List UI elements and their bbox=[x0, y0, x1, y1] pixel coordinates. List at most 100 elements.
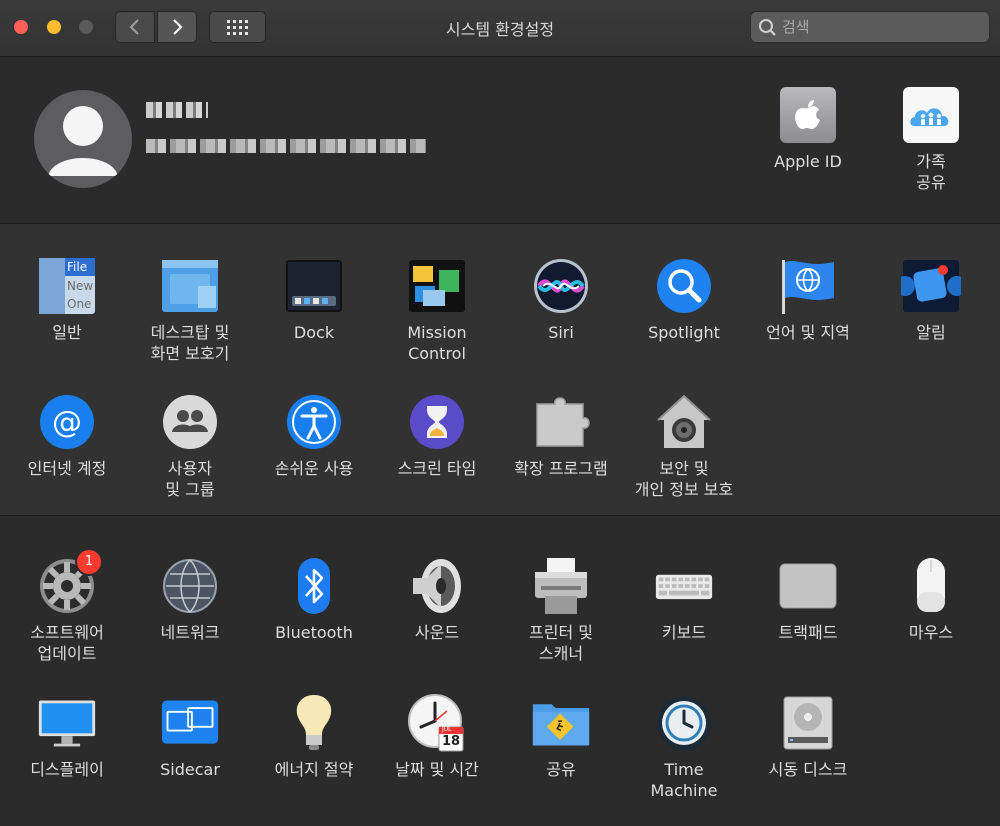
pane-label: Sidecar bbox=[160, 760, 220, 779]
users-icon bbox=[160, 392, 220, 452]
desktop-screensaver-icon bbox=[160, 256, 220, 316]
pane-startup-disk[interactable]: 시동 디스크 bbox=[752, 693, 864, 780]
family-cloud-icon bbox=[901, 85, 961, 145]
pane-label: 에너지 절약 bbox=[274, 760, 354, 779]
pane-sharing[interactable]: 공유 bbox=[505, 693, 617, 780]
pane-label: 키보드 bbox=[661, 623, 707, 642]
user-avatar[interactable] bbox=[34, 90, 132, 188]
general-icon: File New One bbox=[37, 256, 97, 316]
pane-keyboard[interactable]: 키보드 bbox=[628, 556, 740, 643]
trackpad-icon bbox=[778, 556, 838, 616]
pane-mission-control[interactable]: Mission Control bbox=[381, 256, 493, 364]
display-monitor-icon bbox=[37, 693, 97, 753]
pane-security-privacy[interactable]: 보안 및 개인 정보 보호 bbox=[628, 392, 740, 500]
pane-general[interactable]: File New One 일반 bbox=[11, 256, 123, 343]
pane-date-time[interactable]: JUL 18 날짜 및 시간 bbox=[381, 693, 493, 780]
title-bar: 시스템 환경설정 bbox=[0, 0, 1000, 57]
pane-label: Dock bbox=[293, 323, 335, 342]
lightbulb-icon bbox=[284, 693, 344, 753]
clock-calendar-icon: JUL 18 bbox=[407, 693, 467, 753]
pane-software-update[interactable]: 1 소프트웨어 업데이트 bbox=[11, 548, 123, 664]
pane-language-region[interactable]: 언어 및 지역 bbox=[752, 256, 864, 343]
puzzle-piece-icon bbox=[531, 392, 591, 452]
pane-label: 공유 bbox=[546, 760, 576, 779]
pane-family-sharing[interactable]: 가족 공유 bbox=[875, 85, 987, 193]
pane-label: 데스크탑 및 화면 보호기 bbox=[150, 323, 230, 363]
bluetooth-icon bbox=[284, 556, 344, 616]
pane-label: 스크린 타임 bbox=[397, 459, 477, 478]
mission-control-icon bbox=[407, 256, 467, 316]
svg-text:@: @ bbox=[52, 405, 82, 440]
pane-label: 언어 및 지역 bbox=[766, 323, 850, 342]
calendar-day: 18 bbox=[442, 734, 461, 749]
hard-drive-icon bbox=[778, 693, 838, 753]
pane-bluetooth[interactable]: Bluetooth bbox=[258, 556, 370, 643]
pane-label: Mission Control bbox=[407, 323, 467, 363]
notifications-icon bbox=[901, 256, 961, 316]
pane-energy-saver[interactable]: 에너지 절약 bbox=[258, 693, 370, 780]
svg-text:New: New bbox=[67, 279, 93, 293]
pane-label: 손쉬운 사용 bbox=[274, 459, 354, 478]
pane-label: 가족 공유 bbox=[916, 152, 946, 192]
pane-label: Time Machine bbox=[650, 760, 718, 800]
flag-globe-icon bbox=[778, 256, 838, 316]
spotlight-magnifier-icon bbox=[654, 256, 714, 316]
apple-logo-icon bbox=[778, 85, 838, 145]
update-count-badge: 1 bbox=[75, 548, 103, 576]
pane-accessibility[interactable]: 손쉬운 사용 bbox=[258, 392, 370, 479]
sidecar-icon bbox=[160, 693, 220, 753]
pane-displays[interactable]: 디스플레이 bbox=[11, 693, 123, 780]
search-field[interactable] bbox=[750, 11, 990, 43]
pane-sidecar[interactable]: Sidecar bbox=[134, 693, 246, 780]
pane-users-groups[interactable]: 사용자 및 그룹 bbox=[134, 392, 246, 500]
pane-desktop-screensaver[interactable]: 데스크탑 및 화면 보호기 bbox=[134, 256, 246, 364]
pane-label: Apple ID bbox=[774, 152, 842, 171]
pane-apple-id[interactable]: Apple ID bbox=[752, 85, 864, 172]
search-input[interactable] bbox=[780, 17, 974, 37]
pane-internet-accounts[interactable]: @ 인터넷 계정 bbox=[11, 392, 123, 479]
keyboard-icon bbox=[654, 556, 714, 616]
pane-extensions[interactable]: 확장 프로그램 bbox=[505, 392, 617, 479]
accessibility-icon bbox=[284, 392, 344, 452]
calendar-month: JUL bbox=[442, 726, 452, 733]
pane-notifications[interactable]: 알림 bbox=[875, 256, 987, 343]
pane-trackpad[interactable]: 트랙패드 bbox=[752, 556, 864, 643]
pane-label: 일반 bbox=[52, 323, 82, 342]
pane-label: 확장 프로그램 bbox=[514, 459, 608, 478]
pane-label: 소프트웨어 업데이트 bbox=[30, 623, 104, 663]
pane-time-machine[interactable]: Time Machine bbox=[628, 693, 740, 801]
house-lock-icon bbox=[654, 392, 714, 452]
pane-dock[interactable]: Dock bbox=[258, 256, 370, 343]
account-section: Apple ID 가족 공유 bbox=[0, 57, 1000, 224]
pane-label: 인터넷 계정 bbox=[27, 459, 107, 478]
pane-label: 시동 디스크 bbox=[768, 760, 848, 779]
pane-screen-time[interactable]: 스크린 타임 bbox=[381, 392, 493, 479]
mouse-icon bbox=[901, 556, 961, 616]
pane-label: 프린터 및 스캐너 bbox=[529, 623, 593, 663]
pane-spotlight[interactable]: Spotlight bbox=[628, 256, 740, 343]
pane-mouse[interactable]: 마우스 bbox=[875, 556, 987, 643]
pane-sound[interactable]: 사운드 bbox=[381, 556, 493, 643]
gear-icon: 1 bbox=[37, 548, 103, 616]
personal-panes-section: File New One 일반 데스크탑 및 화면 보호기 Dock Missi… bbox=[0, 224, 1000, 516]
pane-siri[interactable]: Siri bbox=[505, 256, 617, 343]
pane-label: 디스플레이 bbox=[30, 760, 104, 779]
svg-text:File: File bbox=[67, 260, 87, 274]
pane-label: Bluetooth bbox=[275, 623, 353, 642]
hardware-panes-section: 1 소프트웨어 업데이트 네트워크 Bluetooth 사운드 프린터 및 스캐… bbox=[0, 516, 1000, 826]
pane-label: 마우스 bbox=[908, 623, 954, 642]
pane-label: 알림 bbox=[916, 323, 946, 342]
pane-printers-scanners[interactable]: 프린터 및 스캐너 bbox=[505, 556, 617, 664]
sharing-folder-icon bbox=[531, 693, 591, 753]
dock-icon bbox=[284, 256, 344, 316]
siri-icon bbox=[531, 256, 591, 316]
pane-label: 네트워크 bbox=[160, 623, 220, 642]
printer-icon bbox=[531, 556, 591, 616]
pane-label: Siri bbox=[548, 323, 574, 342]
time-machine-icon bbox=[654, 693, 714, 753]
svg-text:One: One bbox=[67, 297, 91, 311]
pane-label: 보안 및 개인 정보 보호 bbox=[634, 459, 734, 499]
pane-label: 날짜 및 시간 bbox=[395, 760, 479, 779]
pane-network[interactable]: 네트워크 bbox=[134, 556, 246, 643]
pane-label: 사운드 bbox=[414, 623, 460, 642]
